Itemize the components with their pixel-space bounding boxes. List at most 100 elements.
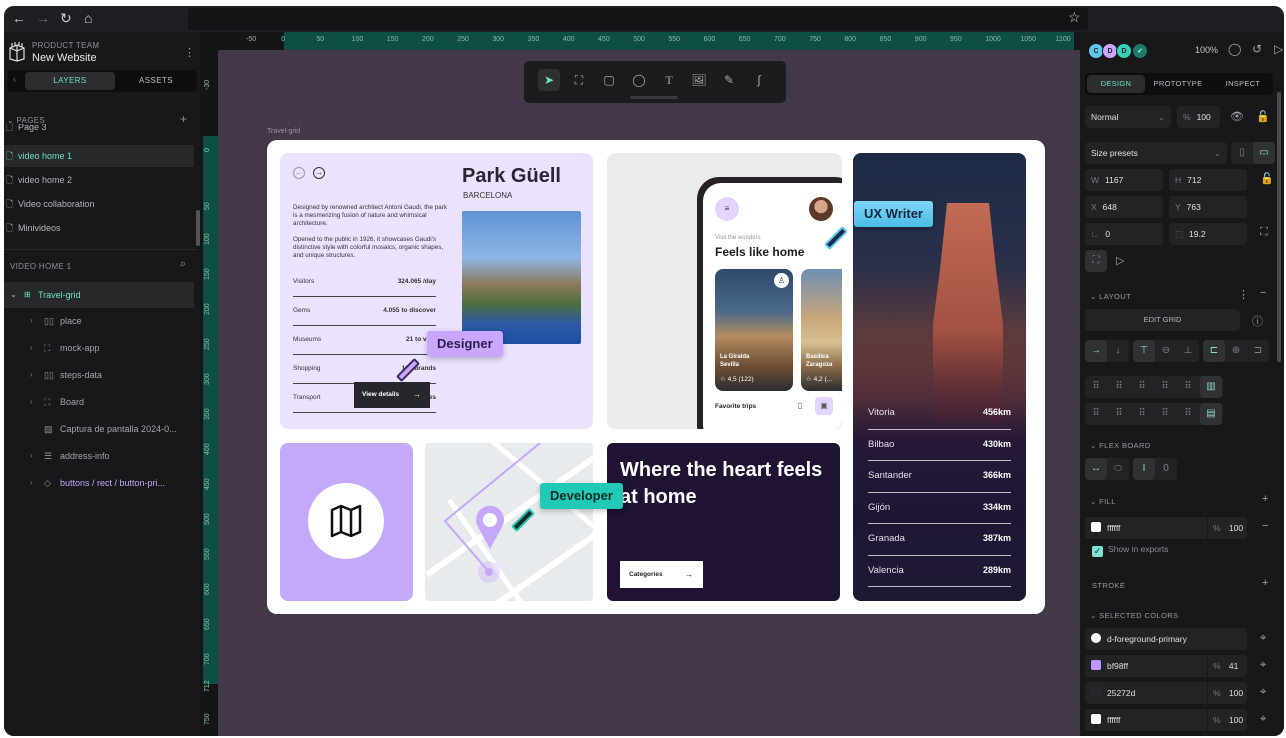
align-end-icon[interactable]: ⊥ <box>1177 340 1199 362</box>
chevron-down-icon[interactable]: ⌄ <box>10 282 17 308</box>
checkbox-checked-icon[interactable]: ✓ <box>1092 546 1103 557</box>
address-bar[interactable] <box>188 8 1088 30</box>
flex-board-header[interactable]: ⌄ FLEX BOARD <box>1090 441 1151 450</box>
destination-card[interactable]: ♙ La Giralda Sevilla ☆ 4,5 (122) <box>715 269 793 391</box>
fix-height-icon[interactable]: I <box>1133 458 1155 480</box>
layer-item[interactable]: ▨ Captura de pantalla 2024-0... <box>4 416 194 442</box>
search-layers-icon[interactable]: ⌕ <box>180 258 186 271</box>
clip-content-icon[interactable]: ⛶ <box>1085 250 1107 272</box>
chevron-right-icon[interactable]: › <box>30 362 33 388</box>
menu-icon[interactable]: ≡ <box>715 197 739 221</box>
remove-layout-icon[interactable]: − <box>1260 287 1266 299</box>
selected-color-row[interactable]: ffffff% 100 <box>1085 709 1247 731</box>
lock-icon[interactable]: 🔓 <box>1256 110 1270 123</box>
color-swatch[interactable] <box>1091 633 1101 643</box>
user-avatar[interactable] <box>809 197 833 221</box>
add-stroke-icon[interactable]: + <box>1262 577 1268 589</box>
map-icon-card[interactable] <box>280 443 413 601</box>
gallery-view-icon[interactable]: ▣ <box>815 397 833 415</box>
justify-center-icon[interactable]: ⊕ <box>1225 340 1247 362</box>
page-item[interactable]: 🗋 Page 3 <box>4 124 194 138</box>
layer-item[interactable]: › ⛶ mock-app <box>4 335 194 361</box>
rotation-input[interactable]: ∟ 0 <box>1085 223 1163 245</box>
width-input[interactable]: W 1167 <box>1085 169 1163 191</box>
justify-end-icon[interactable]: ⊐ <box>1247 340 1269 362</box>
color-swatch[interactable] <box>1091 660 1101 670</box>
justify-content-icon[interactable]: ⠿ <box>1085 403 1107 425</box>
tab-layers[interactable]: LAYERS <box>25 72 115 90</box>
move-tool-icon[interactable]: ➤ <box>538 69 560 91</box>
project-menu-icon[interactable]: ⋮ <box>184 46 195 59</box>
align-start-icon[interactable]: ⊤ <box>1133 340 1155 362</box>
color-opacity[interactable]: % 100 <box>1207 682 1247 704</box>
select-color-pointer-icon[interactable]: ⌖ <box>1260 632 1266 645</box>
destination-card[interactable]: Basilica Zaragoza ☆ 4,2 (... <box>801 269 842 391</box>
page-item[interactable]: 🗋 Minivideos <box>4 217 194 239</box>
back-icon[interactable]: ← <box>12 10 26 26</box>
align-content-stretch-icon[interactable]: ▥ <box>1200 376 1222 398</box>
layout-header[interactable]: ⌄ LAYOUT <box>1090 292 1131 301</box>
help-icon[interactable]: ⓘ <box>1252 313 1263 329</box>
city-row[interactable]: Santander 366km <box>868 461 1011 493</box>
view-details-button[interactable]: View details → <box>354 382 430 408</box>
layer-item[interactable]: › ☰ address-info <box>4 443 194 469</box>
auto-width-icon[interactable]: ⬭ <box>1107 458 1129 480</box>
pencil-tool-icon[interactable]: ✎ <box>718 69 740 91</box>
next-arrow-icon[interactable]: → <box>313 167 325 179</box>
city-row[interactable]: Gijón 334km <box>868 493 1011 524</box>
fill-header[interactable]: ⌄ FILL <box>1090 497 1116 506</box>
proportion-lock-icon[interactable]: 🔓 <box>1260 172 1274 185</box>
canvas[interactable]: ➤ ⛶ ▢ ◯ T 🖼 ✎ ∫ Travel-grid ← → Designed… <box>218 50 1080 736</box>
fill-color-input[interactable]: ffffff% 100 <box>1085 517 1247 539</box>
chevron-right-icon[interactable]: › <box>30 335 33 361</box>
forward-icon[interactable]: → <box>36 10 50 26</box>
fix-width-icon[interactable]: ↔ <box>1085 458 1107 480</box>
prev-arrow-icon[interactable]: ← <box>293 167 305 179</box>
layout-menu-icon[interactable]: ⋮ <box>1238 288 1249 301</box>
fill-opacity[interactable]: % 100 <box>1207 517 1247 539</box>
landscape-icon[interactable]: ▭ <box>1253 142 1275 164</box>
collaborator-avatar[interactable]: D <box>1116 43 1132 59</box>
path-tool-icon[interactable]: ∫ <box>748 69 770 91</box>
play-icon[interactable]: ▷ <box>1274 42 1283 56</box>
panel-scrollbar[interactable] <box>1277 92 1281 362</box>
direction-row-icon[interactable]: → <box>1085 340 1107 362</box>
y-input[interactable]: Y 763 <box>1169 196 1247 218</box>
align-content-icon[interactable]: ⠿ <box>1177 376 1199 398</box>
board-tool-icon[interactable]: ⛶ <box>568 69 590 91</box>
zoom-level[interactable]: 100% <box>1195 45 1218 55</box>
layer-item[interactable]: › ▯▯ steps-data <box>4 362 194 388</box>
justify-content-icon[interactable]: ⠿ <box>1177 403 1199 425</box>
edit-grid-button[interactable]: EDIT GRID <box>1085 309 1240 331</box>
color-swatch[interactable] <box>1091 714 1101 724</box>
justify-content-icon[interactable]: ⠿ <box>1154 403 1176 425</box>
blend-mode-select[interactable]: Normal ⌄ <box>1085 106 1171 128</box>
selected-color-row[interactable]: 25272d% 100 <box>1085 682 1247 704</box>
x-input[interactable]: X 648 <box>1085 196 1163 218</box>
layer-item[interactable]: › ◇ buttons / rect / button-pri... <box>4 470 194 496</box>
page-item-active[interactable]: 🗋 video home 1 <box>4 145 194 167</box>
list-view-icon[interactable]: ▯ <box>791 397 809 415</box>
selected-color-row[interactable]: bf98ff% 41 <box>1085 655 1247 677</box>
select-color-pointer-icon[interactable]: ⌖ <box>1260 713 1266 726</box>
city-row[interactable]: Granada 387km <box>868 524 1011 556</box>
bookmark-star-icon[interactable]: ☆ <box>1068 9 1081 26</box>
add-fill-icon[interactable]: + <box>1262 493 1268 505</box>
page-item[interactable]: 🗋 video home 2 <box>4 169 194 191</box>
align-center-icon[interactable]: ⊖ <box>1155 340 1177 362</box>
portrait-icon[interactable]: ▯ <box>1231 142 1253 164</box>
text-tool-icon[interactable]: T <box>658 69 680 91</box>
page-item[interactable]: 🗋 Video collaboration <box>4 193 194 215</box>
justify-start-icon[interactable]: ⊏ <box>1203 340 1225 362</box>
justify-content-icon[interactable]: ⠿ <box>1108 403 1130 425</box>
show-in-exports-checkbox[interactable]: ✓ Show in exports <box>1092 544 1168 557</box>
chevron-right-icon[interactable]: › <box>30 389 33 415</box>
size-presets-select[interactable]: Size presets ⌄ <box>1085 142 1227 164</box>
align-content-icon[interactable]: ⠿ <box>1154 376 1176 398</box>
remove-fill-icon[interactable]: − <box>1262 520 1268 532</box>
layer-item[interactable]: › ⛶ Board <box>4 389 194 415</box>
tab-assets[interactable]: ASSETS <box>115 72 197 90</box>
board-label[interactable]: Travel-grid <box>267 128 300 135</box>
city-row[interactable]: Valencia 289km <box>868 556 1011 587</box>
toolbar-drag-handle[interactable] <box>630 96 678 99</box>
